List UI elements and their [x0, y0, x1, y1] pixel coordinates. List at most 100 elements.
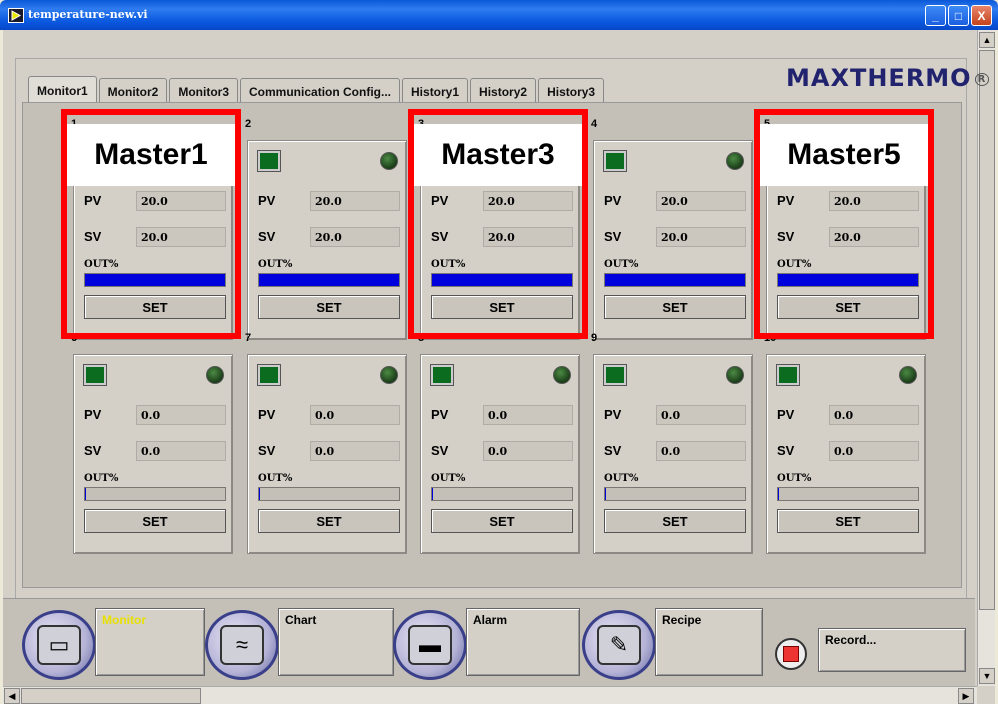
app-window: temperature-new.vi _ □ X ▲ ▼ ◀ ▶ Monitor… — [0, 0, 998, 704]
recipe-icon[interactable]: ✎ — [582, 610, 656, 680]
sv-value[interactable]: 0.0 — [656, 441, 746, 461]
device-number: 4 — [591, 118, 598, 130]
out-percent-label: OUT% — [258, 473, 293, 484]
nav-button-monitor[interactable]: Monitor — [95, 608, 205, 676]
record-icon[interactable] — [775, 638, 807, 670]
pv-value: 0.0 — [310, 405, 400, 425]
sv-value[interactable]: 0.0 — [829, 441, 919, 461]
minimize-button[interactable]: _ — [925, 5, 946, 26]
status-indicator-icon — [84, 365, 106, 385]
sv-value[interactable]: 20.0 — [656, 227, 746, 247]
tab-history3[interactable]: History3 — [538, 78, 605, 104]
scroll-up-arrow-icon[interactable]: ▲ — [979, 32, 995, 48]
set-button[interactable]: SET — [604, 295, 746, 319]
master-label: Master3 — [414, 124, 582, 186]
monitor-icon[interactable]: ▭ — [22, 610, 96, 680]
set-button[interactable]: SET — [258, 509, 400, 533]
out-percent-label: OUT% — [84, 473, 119, 484]
output-bar — [84, 487, 226, 501]
sv-value[interactable]: 20.0 — [310, 227, 400, 247]
output-bar-fill — [259, 488, 261, 500]
output-bar — [258, 273, 400, 287]
tab-monitor3[interactable]: Monitor3 — [169, 78, 239, 104]
output-bar-fill — [605, 274, 745, 286]
output-bar-fill — [432, 488, 434, 500]
horizontal-scrollbar[interactable]: ◀ ▶ — [3, 686, 977, 704]
out-percent-label: OUT% — [258, 259, 293, 270]
pv-label: PV — [84, 407, 102, 422]
alarm-led-icon — [380, 366, 398, 384]
status-indicator-icon — [258, 151, 280, 171]
set-button[interactable]: SET — [431, 509, 573, 533]
alarm-led-icon — [380, 152, 398, 170]
device-card: PV 20.0 SV 20.0 OUT% SET — [247, 140, 407, 340]
sv-value[interactable]: 0.0 — [483, 441, 573, 461]
status-indicator-icon — [777, 365, 799, 385]
alarm-led-icon — [899, 366, 917, 384]
nav-button-recipe[interactable]: Recipe — [655, 608, 763, 676]
scroll-left-arrow-icon[interactable]: ◀ — [4, 688, 20, 704]
vertical-scrollbar[interactable]: ▲ ▼ — [977, 30, 995, 686]
set-button[interactable]: SET — [604, 509, 746, 533]
set-button[interactable]: SET — [777, 509, 919, 533]
logo-text: MAXTHERMO — [786, 64, 972, 92]
tab-monitor1[interactable]: Monitor1 — [28, 76, 97, 104]
pv-label: PV — [258, 193, 276, 208]
output-bar — [777, 487, 919, 501]
pv-label: PV — [604, 193, 622, 208]
maximize-button[interactable]: □ — [948, 5, 969, 26]
alarm-icon[interactable]: ▬ — [393, 610, 467, 680]
tab-monitor2[interactable]: Monitor2 — [98, 78, 168, 104]
sv-label: SV — [84, 443, 102, 458]
scroll-right-arrow-icon[interactable]: ▶ — [958, 688, 974, 704]
output-bar — [258, 487, 400, 501]
output-bar-fill — [778, 488, 780, 500]
device-card: PV 0.0 SV 0.0 OUT% SET — [247, 354, 407, 554]
out-percent-label: OUT% — [604, 473, 639, 484]
output-bar-fill — [85, 488, 87, 500]
scroll-down-arrow-icon[interactable]: ▼ — [979, 668, 995, 684]
status-indicator-icon — [431, 365, 453, 385]
sv-label: SV — [258, 443, 276, 458]
chart-icon[interactable]: ≈ — [205, 610, 279, 680]
device-card: PV 20.0 SV 20.0 OUT% SET — [593, 140, 753, 340]
output-bar — [431, 487, 573, 501]
device-card: PV 0.0 SV 0.0 OUT% SET — [766, 354, 926, 554]
title-bar[interactable]: temperature-new.vi _ □ X — [0, 0, 998, 30]
tab-history1[interactable]: History1 — [402, 78, 469, 104]
tab-history2[interactable]: History2 — [470, 78, 537, 104]
set-button[interactable]: SET — [84, 509, 226, 533]
out-percent-label: OUT% — [604, 259, 639, 270]
record-button[interactable]: Record... — [818, 628, 966, 672]
master-label: Master5 — [760, 124, 928, 186]
output-bar — [604, 487, 746, 501]
device-number: 9 — [591, 332, 598, 344]
nav-button-chart[interactable]: Chart — [278, 608, 394, 676]
sv-value[interactable]: 0.0 — [310, 441, 400, 461]
sv-label: SV — [777, 443, 795, 458]
nav-button-alarm[interactable]: Alarm — [466, 608, 580, 676]
pv-value: 0.0 — [829, 405, 919, 425]
output-bar-fill — [605, 488, 607, 500]
horizontal-scroll-thumb[interactable] — [21, 688, 201, 704]
sv-label: SV — [604, 229, 622, 244]
pv-label: PV — [258, 407, 276, 422]
sv-label: SV — [258, 229, 276, 244]
window-title: temperature-new.vi — [28, 8, 148, 21]
tab-communication-config[interactable]: Communication Config... — [240, 78, 401, 104]
close-button[interactable]: X — [971, 5, 992, 26]
labview-vi-icon — [8, 8, 24, 23]
alarm-led-icon — [206, 366, 224, 384]
device-number: 7 — [245, 332, 252, 344]
device-card: PV 0.0 SV 0.0 OUT% SET — [593, 354, 753, 554]
pv-value: 20.0 — [656, 191, 746, 211]
sv-label: SV — [431, 443, 449, 458]
status-indicator-icon — [604, 365, 626, 385]
pv-value: 20.0 — [310, 191, 400, 211]
output-bar-fill — [259, 274, 399, 286]
vertical-scroll-thumb[interactable] — [979, 50, 995, 610]
maxthermo-logo: MAXTHERMO R — [786, 64, 990, 92]
pv-value: 0.0 — [656, 405, 746, 425]
set-button[interactable]: SET — [258, 295, 400, 319]
sv-value[interactable]: 0.0 — [136, 441, 226, 461]
